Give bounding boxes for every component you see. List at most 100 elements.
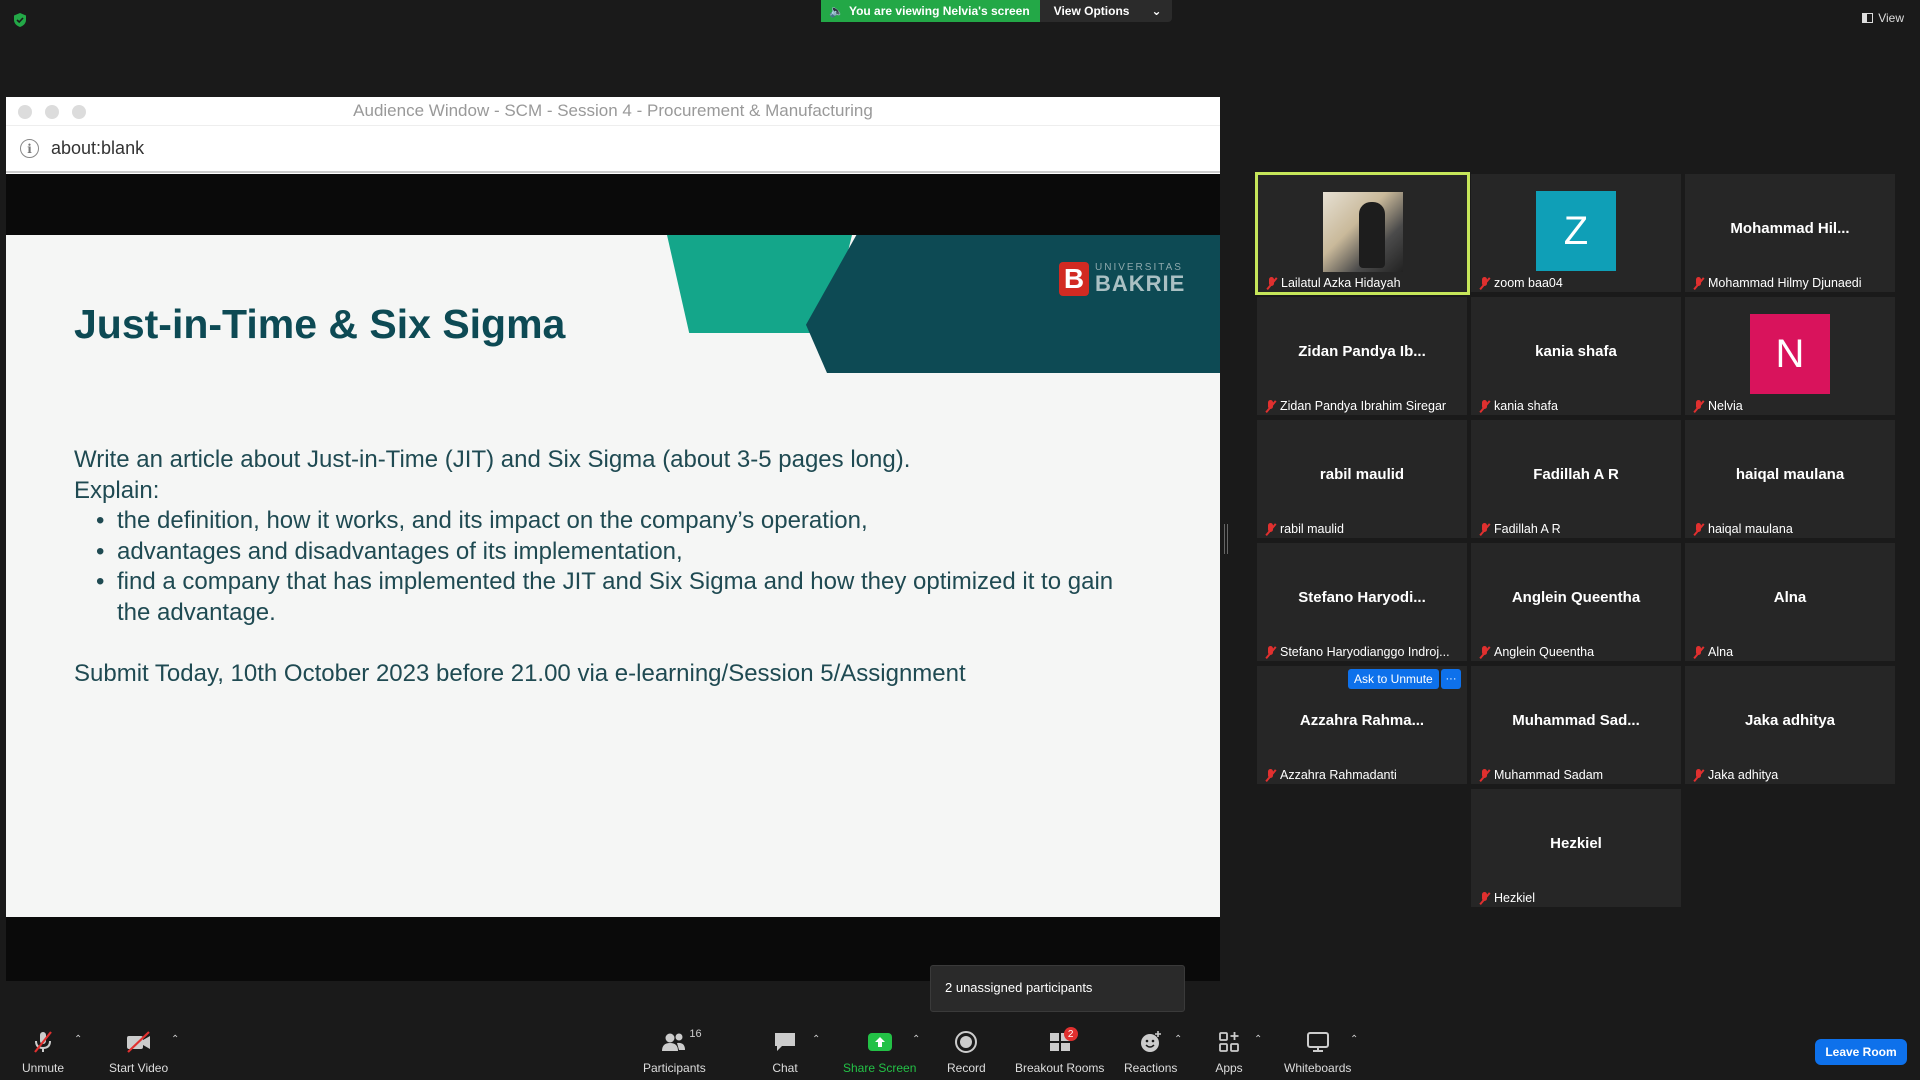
participants-button[interactable]: 16 Participants	[643, 1028, 706, 1075]
splitter-handle[interactable]	[1224, 524, 1228, 554]
participant-display-name: kania shafa	[1535, 343, 1617, 360]
participant-tile[interactable]: Muhammad Sad... Muhammad Sadam	[1471, 666, 1681, 784]
slide-bullet: find a company that has implemented the …	[96, 567, 1134, 628]
participant-name: haiqal maulana	[1708, 522, 1793, 536]
record-icon	[952, 1030, 980, 1054]
microphone-muted-icon	[1693, 768, 1704, 782]
leave-room-button[interactable]: Leave Room	[1815, 1039, 1907, 1065]
participant-tile[interactable]: Stefano Haryodi... Stefano Haryodianggo I…	[1257, 543, 1467, 661]
participant-name: Lailatul Azka Hidayah	[1281, 276, 1401, 290]
speaker-icon: 🔈	[829, 4, 844, 18]
apps-button[interactable]: Apps	[1215, 1030, 1243, 1075]
participant-tile[interactable]: Jaka adhitya Jaka adhitya	[1685, 666, 1895, 784]
participant-tile[interactable]: Hezkiel Hezkiel	[1471, 789, 1681, 907]
participant-caption: kania shafa	[1479, 399, 1558, 413]
microphone-muted-icon	[1479, 522, 1490, 536]
participants-count: 16	[689, 1028, 702, 1040]
video-camera-off-icon	[125, 1030, 153, 1054]
meeting-toolbar: Unmute ⌃ Start Video ⌃ 16 Participants C…	[0, 1020, 1920, 1080]
whiteboards-button[interactable]: Whiteboards	[1284, 1030, 1351, 1075]
participant-tile[interactable]: haiqal maulana haiqal maulana	[1685, 420, 1895, 538]
participant-tile[interactable]: Zidan Pandya Ib... Zidan Pandya Ibrahim S…	[1257, 297, 1467, 415]
participant-name: rabil maulid	[1280, 522, 1344, 536]
unassigned-tooltip: 2 unassigned participants	[930, 965, 1185, 1012]
window-title: Audience Window - SCM - Session 4 - Proc…	[353, 101, 873, 120]
participant-tile[interactable]: Alna Alna	[1685, 543, 1895, 661]
security-shield-icon[interactable]	[12, 12, 28, 28]
emoji-reaction-icon	[1137, 1030, 1165, 1054]
participant-name: Zidan Pandya Ibrahim Siregar	[1280, 399, 1447, 413]
microphone-muted-icon	[1479, 276, 1490, 290]
address-bar: i about:blank	[6, 126, 1220, 173]
participant-tile[interactable]: kania shafa kania shafa	[1471, 297, 1681, 415]
microphone-muted-icon	[1693, 276, 1704, 290]
microphone-muted-icon	[1265, 768, 1276, 782]
reactions-button[interactable]: Reactions	[1124, 1030, 1177, 1075]
slide-submit-line: Submit Today, 10th October 2023 before 2…	[74, 660, 966, 687]
microphone-muted-icon	[1479, 768, 1490, 782]
participant-caption: Azzahra Rahmadanti	[1265, 768, 1397, 782]
record-button[interactable]: Record	[947, 1030, 986, 1075]
chat-icon	[771, 1030, 799, 1054]
apps-icon	[1215, 1030, 1243, 1054]
participant-display-name: Jaka adhitya	[1744, 712, 1836, 729]
chat-button[interactable]: Chat	[771, 1030, 799, 1075]
participant-caption: Jaka adhitya	[1693, 768, 1778, 782]
participant-caption: rabil maulid	[1265, 522, 1344, 536]
logo-mark: B	[1059, 262, 1089, 296]
participant-display-name: Muhammad Sad...	[1512, 712, 1640, 729]
chat-options-caret[interactable]: ⌃	[812, 1034, 820, 1045]
info-icon: i	[20, 139, 39, 158]
participant-display-name: haiqal maulana	[1735, 466, 1845, 483]
ask-to-unmute-button[interactable]: Ask to Unmute	[1348, 669, 1439, 689]
microphone-muted-icon	[1479, 645, 1490, 659]
participant-avatar: Z	[1536, 191, 1616, 271]
breakout-badge: 2	[1063, 1027, 1078, 1041]
participant-display-name: Azzahra Rahma...	[1299, 712, 1425, 729]
share-screen-button[interactable]: Share Screen	[843, 1030, 916, 1075]
unmute-button[interactable]: Unmute	[22, 1030, 64, 1075]
participant-tile[interactable]: Anglein Queentha Anglein Queentha	[1471, 543, 1681, 661]
participant-tile[interactable]: Zzoom baa04	[1471, 174, 1681, 292]
audio-options-caret[interactable]: ⌃	[74, 1034, 82, 1045]
participant-tile[interactable]: N Nelvia	[1685, 297, 1895, 415]
participant-name: Hezkiel	[1494, 891, 1535, 905]
video-options-caret[interactable]: ⌃	[171, 1034, 179, 1045]
participant-name: Jaka adhitya	[1708, 768, 1779, 782]
participant-caption: Mohammad Hilmy Djunaedi	[1693, 276, 1862, 290]
microphone-muted-icon	[1693, 399, 1704, 413]
more-options-button[interactable]: ···	[1441, 669, 1461, 689]
window-titlebar: Audience Window - SCM - Session 4 - Proc…	[6, 97, 1220, 126]
participant-tile[interactable]: Mohammad Hil... Mohammad Hilmy Djunaedi	[1685, 174, 1895, 292]
participant-display-name: Anglein Queentha	[1511, 589, 1641, 606]
slide-line: Write an article about Just-in-Time (JIT…	[74, 446, 911, 473]
participant-display-name: Fadillah A R	[1533, 466, 1619, 483]
share-options-caret[interactable]: ⌃	[912, 1034, 920, 1045]
breakout-rooms-button[interactable]: 2 Breakout Rooms	[1015, 1027, 1104, 1075]
slide-bullet: the definition, how it works, and its im…	[96, 506, 1134, 537]
apps-options-caret[interactable]: ⌃	[1254, 1034, 1262, 1045]
slide-line: Explain:	[74, 476, 160, 504]
reactions-options-caret[interactable]: ⌃	[1174, 1034, 1182, 1045]
participant-tile[interactable]: Fadillah A R Fadillah A R	[1471, 420, 1681, 538]
participant-display-name: Hezkiel	[1550, 835, 1602, 852]
view-options-button[interactable]: View Options ⌄	[1039, 0, 1172, 22]
participant-name: Fadillah A R	[1494, 522, 1561, 536]
participant-name: Muhammad Sadam	[1494, 768, 1604, 782]
window-close-button[interactable]	[18, 105, 32, 119]
participant-name: kania shafa	[1494, 399, 1558, 413]
start-video-button[interactable]: Start Video	[109, 1030, 168, 1075]
slide-bullets: the definition, how it works, and its im…	[96, 506, 1134, 628]
participant-display-name: Stefano Haryodi...	[1298, 589, 1426, 606]
view-button[interactable]: View	[1862, 11, 1904, 25]
participant-display-name: Alna	[1773, 589, 1807, 606]
whiteboards-options-caret[interactable]: ⌃	[1350, 1034, 1358, 1045]
microphone-muted-icon	[29, 1030, 57, 1054]
window-maximize-button[interactable]	[72, 105, 86, 119]
participant-tile[interactable]: Lailatul Azka Hidayah	[1255, 172, 1470, 295]
participant-caption: Alna	[1693, 645, 1733, 659]
participant-tile[interactable]: rabil maulid rabil maulid	[1257, 420, 1467, 538]
slide-viewport: B UNIVERSITAS BAKRIE Just-in-Time & Six …	[6, 174, 1220, 981]
breakout-rooms-icon: 2	[1046, 1027, 1078, 1054]
window-minimize-button[interactable]	[45, 105, 59, 119]
